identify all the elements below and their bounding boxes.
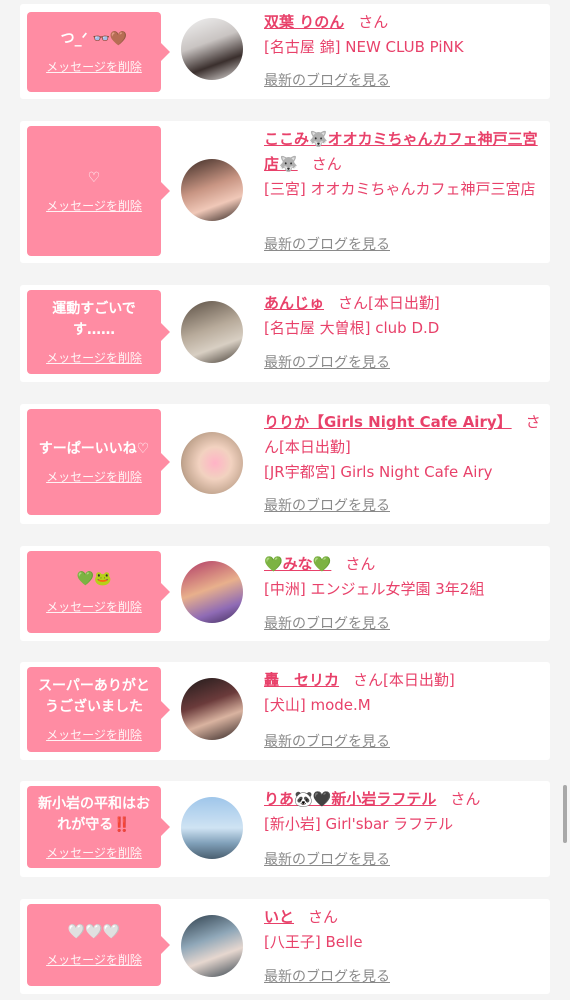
message-card: 運動すごいです…… メッセージを削除 あんじゅ さん[本日出勤] [名古屋 大曽根… <box>20 285 550 382</box>
view-blog-link[interactable]: 最新のブログを見る <box>264 849 390 869</box>
message-text: すーぱーいいね♡ <box>38 441 150 457</box>
honorific: さん <box>308 908 339 926</box>
cast-name-link[interactable]: 双葉 りのん <box>264 13 344 31</box>
honorific: さん <box>345 555 376 573</box>
name-line: 💚みな💚 さん <box>264 552 542 577</box>
shop-name: [犬山] mode.M <box>264 696 371 714</box>
cast-info: あんじゅ さん[本日出勤] [名古屋 大曽根] club D.D <box>264 291 542 341</box>
message-bubble: 運動すごいです…… メッセージを削除 <box>27 290 170 374</box>
avatar[interactable] <box>181 915 243 977</box>
cast-name-link[interactable]: ここみ🐺オオカミちゃんカフェ神戸三宮店🐺 <box>264 130 538 173</box>
name-line: いと さん <box>264 905 542 930</box>
message-card: 新小岩の平和はおれが守る‼️ メッセージを削除 りあ🐼🖤新小岩ラフテル さん [新… <box>20 781 550 877</box>
view-blog-link[interactable]: 最新のブログを見る <box>264 731 390 751</box>
message-bubble: 新小岩の平和はおれが守る‼️ メッセージを削除 <box>27 786 170 868</box>
delete-message-link[interactable]: メッセージを削除 <box>46 349 142 366</box>
cast-name-link[interactable]: りあ🐼🖤新小岩ラフテル <box>264 790 436 808</box>
attendance-status: [本日出勤] <box>368 294 440 312</box>
avatar[interactable] <box>181 678 243 740</box>
message-text: 運動すごいです…… <box>52 300 136 338</box>
message-bubble: ♡ メッセージを削除 <box>27 126 170 256</box>
message-text: 新小岩の平和はおれが守る‼️ <box>38 795 150 833</box>
attendance-status: [本日出勤] <box>279 438 351 456</box>
delete-message-link[interactable]: メッセージを削除 <box>46 726 142 743</box>
name-line: りあ🐼🖤新小岩ラフテル さん <box>264 787 542 812</box>
avatar[interactable] <box>181 561 243 623</box>
avatar[interactable] <box>181 159 243 221</box>
delete-message-link[interactable]: メッセージを削除 <box>46 598 142 615</box>
delete-message-link[interactable]: メッセージを削除 <box>46 844 142 861</box>
avatar[interactable] <box>181 18 243 80</box>
message-text: スーパーありがとうございました <box>38 678 150 715</box>
cast-info: ここみ🐺オオカミちゃんカフェ神戸三宮店🐺 さん [三宮] オオカミちゃんカフェ神戸… <box>264 127 542 202</box>
shop-name: [三宮] オオカミちゃんカフェ神戸三宮店 <box>264 180 536 198</box>
cast-name-link[interactable]: りりか【Girls Night Cafe Airy】 <box>264 413 512 431</box>
shop-name: [名古屋 大曽根] club D.D <box>264 319 440 337</box>
honorific: さん <box>338 294 369 312</box>
delete-message-link[interactable]: メッセージを削除 <box>46 58 142 75</box>
message-text: つ_ᐟ 👓🤎 <box>60 31 128 47</box>
cast-name-link[interactable]: 轟 セリカ <box>264 671 339 689</box>
cast-name-link[interactable]: あんじゅ <box>264 294 324 312</box>
cast-name-link[interactable]: いと <box>264 908 294 926</box>
message-bubble: つ_ᐟ 👓🤎 メッセージを削除 <box>27 12 170 92</box>
message-card: すーぱーいいね♡ メッセージを削除 りりか【Girls Night Cafe A… <box>20 404 550 524</box>
honorific: さん <box>450 790 481 808</box>
avatar[interactable] <box>181 797 243 859</box>
shop-name: [名古屋 錦] NEW CLUB PiNK <box>264 38 464 56</box>
honorific: さん <box>353 671 384 689</box>
view-blog-link[interactable]: 最新のブログを見る <box>264 966 390 986</box>
honorific: さん <box>311 155 342 173</box>
message-card: ♡ メッセージを削除 ここみ🐺オオカミちゃんカフェ神戸三宮店🐺 さん [三宮] オ… <box>20 121 550 263</box>
message-bubble: スーパーありがとうございました メッセージを削除 <box>27 667 170 752</box>
shop-name: [JR宇都宮] Girls Night Cafe Airy <box>264 463 493 481</box>
message-card: スーパーありがとうございました メッセージを削除 轟 セリカ さん[本日出勤] [… <box>20 662 550 760</box>
message-text: 🤍🤍🤍 <box>67 924 121 940</box>
message-bubble: 💚🐸 メッセージを削除 <box>27 551 170 633</box>
name-line: ここみ🐺オオカミちゃんカフェ神戸三宮店🐺 さん <box>264 127 542 177</box>
honorific: さん <box>358 13 389 31</box>
message-card: つ_ᐟ 👓🤎 メッセージを削除 双葉 りのん さん [名古屋 錦] NEW CLU… <box>20 4 550 99</box>
name-line: 轟 セリカ さん[本日出勤] <box>264 668 542 693</box>
view-blog-link[interactable]: 最新のブログを見る <box>264 495 390 515</box>
message-bubble: 🤍🤍🤍 メッセージを削除 <box>27 904 170 986</box>
shop-name: [新小岩] Girl'sbar ラフテル <box>264 815 454 833</box>
cast-info: 轟 セリカ さん[本日出勤] [犬山] mode.M <box>264 668 542 718</box>
delete-message-link[interactable]: メッセージを削除 <box>46 951 142 968</box>
delete-message-link[interactable]: メッセージを削除 <box>46 197 142 214</box>
view-blog-link[interactable]: 最新のブログを見る <box>264 234 390 254</box>
cast-info: りりか【Girls Night Cafe Airy】 さん[本日出勤] [JR宇都… <box>264 410 542 485</box>
message-bubble: すーぱーいいね♡ メッセージを削除 <box>27 409 170 515</box>
cast-info: 💚みな💚 さん [中洲] エンジェル女学園 3年2組 <box>264 552 542 602</box>
message-text: 💚🐸 <box>76 571 112 587</box>
cast-info: 双葉 りのん さん [名古屋 錦] NEW CLUB PiNK <box>264 10 542 60</box>
message-card: 💚🐸 メッセージを削除 💚みな💚 さん [中洲] エンジェル女学園 3年2組 最新… <box>20 546 550 641</box>
cast-name-link[interactable]: 💚みな💚 <box>264 555 331 573</box>
cast-info: りあ🐼🖤新小岩ラフテル さん [新小岩] Girl'sbar ラフテル <box>264 787 542 837</box>
shop-name: [中洲] エンジェル女学園 3年2組 <box>264 580 485 598</box>
cast-info: いと さん [八王子] Belle <box>264 905 542 955</box>
shop-name: [八王子] Belle <box>264 933 363 951</box>
delete-message-link[interactable]: メッセージを削除 <box>46 468 142 485</box>
avatar[interactable] <box>181 432 243 494</box>
message-card: 🤍🤍🤍 メッセージを削除 いと さん [八王子] Belle 最新のブログを見る <box>20 899 550 994</box>
scrollbar[interactable] <box>563 785 567 843</box>
name-line: 双葉 りのん さん <box>264 10 542 35</box>
view-blog-link[interactable]: 最新のブログを見る <box>264 70 390 90</box>
attendance-status: [本日出勤] <box>383 671 455 689</box>
message-list: つ_ᐟ 👓🤎 メッセージを削除 双葉 りのん さん [名古屋 錦] NEW CLU… <box>0 0 570 1000</box>
view-blog-link[interactable]: 最新のブログを見る <box>264 352 390 372</box>
avatar[interactable] <box>181 301 243 363</box>
view-blog-link[interactable]: 最新のブログを見る <box>264 613 390 633</box>
name-line: りりか【Girls Night Cafe Airy】 さん[本日出勤] <box>264 410 542 460</box>
message-text: ♡ <box>87 170 101 186</box>
name-line: あんじゅ さん[本日出勤] <box>264 291 542 316</box>
